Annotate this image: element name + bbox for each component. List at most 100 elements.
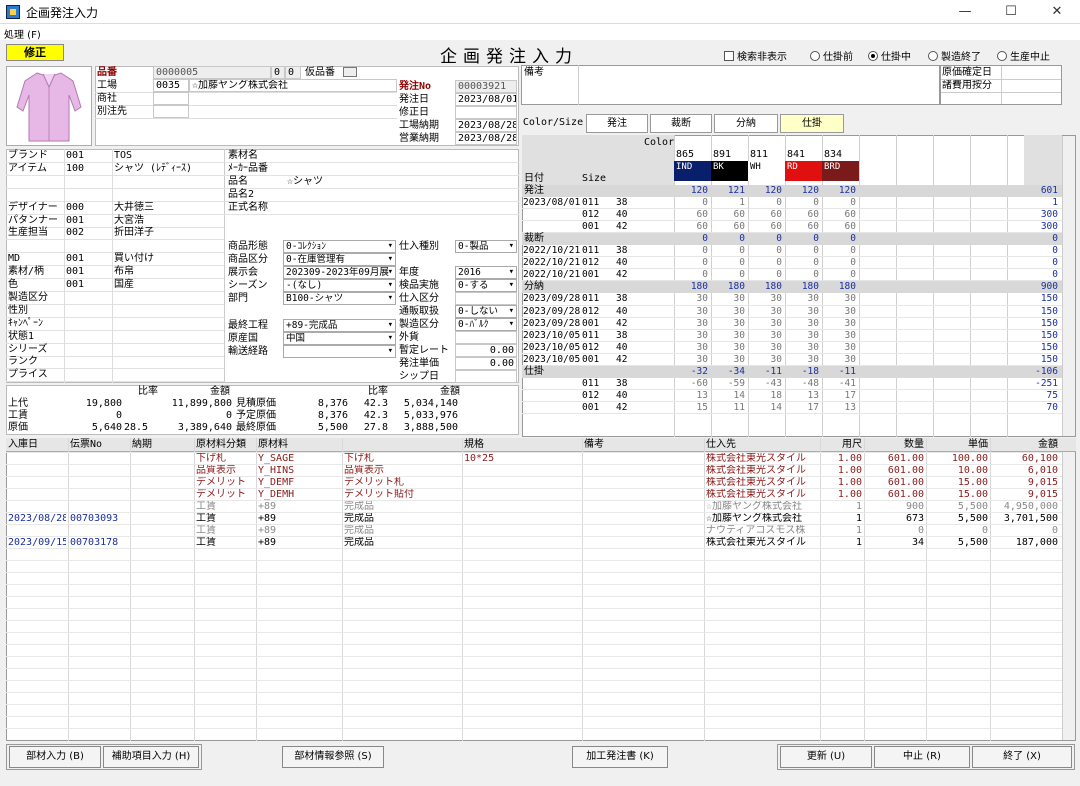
mod-date-field[interactable]: [455, 106, 517, 119]
row-val-3-1-2[interactable]: 18: [748, 390, 782, 401]
row-val-2-5-2[interactable]: 30: [748, 354, 782, 365]
row-val-2-2-4[interactable]: 30: [822, 318, 856, 329]
mat-header-0[interactable]: 入庫日: [8, 439, 66, 451]
rate-field[interactable]: 0.00: [455, 344, 517, 357]
row-val-0-0-4[interactable]: 0: [822, 197, 856, 208]
left-code-10[interactable]: 001: [66, 279, 84, 291]
remarks-field[interactable]: 備考: [521, 65, 940, 105]
row-val-3-0-2[interactable]: -43: [748, 378, 782, 389]
row-val-2-1-0[interactable]: 30: [674, 306, 708, 317]
nendo-select[interactable]: 2016: [455, 266, 517, 279]
row-val-1-2-0[interactable]: 0: [674, 269, 708, 280]
row-val-1-1-0[interactable]: 0: [674, 257, 708, 268]
row-val-2-5-4[interactable]: 30: [822, 354, 856, 365]
left-code-8[interactable]: 001: [66, 253, 84, 265]
row-val-0-1-1[interactable]: 60: [711, 209, 745, 220]
factory-due-field[interactable]: 2023/08/28: [455, 119, 517, 132]
shire-select[interactable]: 0-製品: [455, 240, 517, 253]
row-val-2-3-0[interactable]: 30: [674, 330, 708, 341]
update-button[interactable]: 更新 (U): [780, 746, 872, 768]
row-val-0-2-1[interactable]: 60: [711, 221, 745, 232]
row-val-2-2-0[interactable]: 30: [674, 318, 708, 329]
cancel-button[interactable]: 中止 (R): [874, 746, 970, 768]
row-val-2-3-4[interactable]: 30: [822, 330, 856, 341]
row-val-0-1-2[interactable]: 60: [748, 209, 782, 220]
row-val-3-0-3[interactable]: -48: [785, 378, 819, 389]
left-code-4[interactable]: 000: [66, 202, 84, 214]
row-val-2-1-1[interactable]: 30: [711, 306, 745, 317]
row-val-0-2-4[interactable]: 60: [822, 221, 856, 232]
order-no-field[interactable]: 00003921: [455, 80, 517, 93]
row-val-0-1-0[interactable]: 60: [674, 209, 708, 220]
order-date-field[interactable]: 2023/08/01: [455, 93, 517, 106]
row-val-1-0-0[interactable]: 0: [674, 245, 708, 256]
row-val-0-2-3[interactable]: 60: [785, 221, 819, 232]
tab-4[interactable]: 仕掛: [780, 114, 844, 133]
row-val-1-0-1[interactable]: 0: [711, 245, 745, 256]
row-val-3-2-2[interactable]: 14: [748, 402, 782, 413]
tab-0[interactable]: Color/Size: [522, 114, 584, 133]
keitai-select[interactable]: 0-ｺﾚｸｼｮﾝ: [283, 240, 396, 253]
yuso-select[interactable]: [283, 345, 396, 358]
row-val-3-1-4[interactable]: 17: [822, 390, 856, 401]
mat-header-4[interactable]: 原材料: [258, 439, 340, 451]
row-val-1-2-4[interactable]: 0: [822, 269, 856, 280]
row-val-0-1-3[interactable]: 60: [785, 209, 819, 220]
menu-process[interactable]: 処理 (F): [4, 26, 41, 41]
row-val-2-3-3[interactable]: 30: [785, 330, 819, 341]
left-code-5[interactable]: 001: [66, 215, 84, 227]
row-val-3-1-3[interactable]: 13: [785, 390, 819, 401]
koutei-select[interactable]: +89-完成品: [283, 319, 396, 332]
status-radio-1[interactable]: 仕掛中: [868, 48, 911, 63]
row-val-1-2-2[interactable]: 0: [748, 269, 782, 280]
karihin-checkbox[interactable]: [343, 67, 357, 77]
tab-1[interactable]: 発注: [586, 114, 648, 133]
row-val-3-0-4[interactable]: -41: [822, 378, 856, 389]
close-button[interactable]: ✕: [1034, 0, 1080, 24]
row-val-1-2-1[interactable]: 0: [711, 269, 745, 280]
mat-header-1[interactable]: 伝票No: [70, 439, 128, 451]
row-val-2-2-1[interactable]: 30: [711, 318, 745, 329]
gaika-field[interactable]: [455, 331, 517, 344]
row-val-2-3-2[interactable]: 30: [748, 330, 782, 341]
row-val-2-1-2[interactable]: 30: [748, 306, 782, 317]
mat-header-12[interactable]: 金額: [992, 439, 1058, 451]
factory-name[interactable]: ☆加藤ヤング株式会社: [189, 79, 397, 92]
row-val-3-2-0[interactable]: 15: [674, 402, 708, 413]
factory-code[interactable]: 0035: [153, 79, 189, 92]
status-radio-3[interactable]: 生産中止: [997, 48, 1050, 63]
sales-due-field[interactable]: 2023/08/28: [455, 132, 517, 145]
mat-header-9[interactable]: 用尺: [822, 439, 862, 451]
row-val-1-1-3[interactable]: 0: [785, 257, 819, 268]
parts-info-button[interactable]: 部材情報参照 (S): [282, 746, 384, 768]
row-val-3-1-1[interactable]: 14: [711, 390, 745, 401]
hinban-field[interactable]: 0000005: [153, 66, 271, 79]
tsuka-select[interactable]: 0-しない: [455, 305, 517, 318]
row-val-2-0-1[interactable]: 30: [711, 293, 745, 304]
exit-button[interactable]: 終了 (X): [972, 746, 1072, 768]
grid-scrollbar[interactable]: [1062, 136, 1075, 436]
row-val-0-0-3[interactable]: 0: [785, 197, 819, 208]
mat-header-2[interactable]: 納期: [132, 439, 192, 451]
hinban-sub2[interactable]: 0: [285, 66, 301, 79]
aux-input-button[interactable]: 補助項目入力 (H): [103, 746, 199, 768]
row-val-2-4-0[interactable]: 30: [674, 342, 708, 353]
tenji-select[interactable]: 202309-2023年09月展: [283, 266, 396, 279]
hide-search-checkbox[interactable]: 検索非表示: [724, 48, 787, 63]
row-val-0-0-1[interactable]: 1: [711, 197, 745, 208]
row-val-1-1-1[interactable]: 0: [711, 257, 745, 268]
parts-input-button[interactable]: 部材入力 (B): [9, 746, 101, 768]
mat-header-10[interactable]: 数量: [866, 439, 924, 451]
row-val-2-0-0[interactable]: 30: [674, 293, 708, 304]
mat-header-7[interactable]: 備考: [584, 439, 702, 451]
hinban-sub1[interactable]: 0: [271, 66, 285, 79]
tanka-field[interactable]: 0.00: [455, 357, 517, 370]
ship-field[interactable]: [455, 370, 517, 383]
row-val-0-2-0[interactable]: 60: [674, 221, 708, 232]
mat-header-11[interactable]: 単価: [928, 439, 988, 451]
status-radio-2[interactable]: 製造終了: [928, 48, 981, 63]
row-val-3-0-0[interactable]: -60: [674, 378, 708, 389]
row-val-3-2-4[interactable]: 13: [822, 402, 856, 413]
row-val-3-1-0[interactable]: 13: [674, 390, 708, 401]
row-val-3-0-1[interactable]: -59: [711, 378, 745, 389]
